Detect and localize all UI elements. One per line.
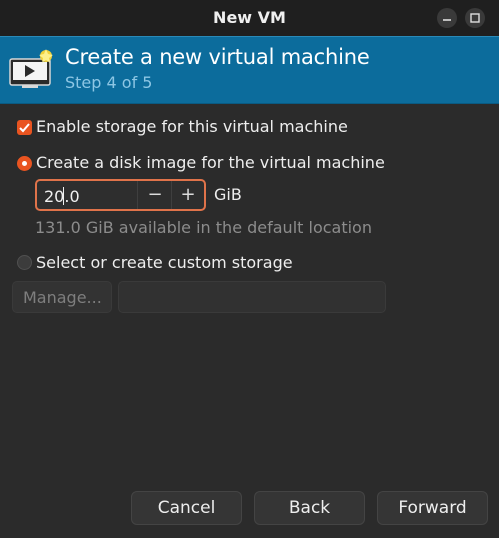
- disk-size-spinbutton[interactable]: 20.0 − +: [35, 179, 206, 211]
- disk-image-radio[interactable]: [17, 156, 32, 171]
- increment-button[interactable]: +: [172, 183, 204, 207]
- text-cursor: [63, 187, 64, 205]
- maximize-button[interactable]: [465, 8, 485, 28]
- cancel-button[interactable]: Cancel: [131, 491, 242, 525]
- minimize-button[interactable]: [437, 8, 457, 28]
- custom-storage-label[interactable]: Select or create custom storage: [36, 253, 293, 272]
- divider: [137, 181, 138, 209]
- step-banner: Create a new virtual machine Step 4 of 5: [0, 36, 499, 104]
- disk-image-label[interactable]: Create a disk image for the virtual mach…: [36, 153, 385, 172]
- size-unit-label: GiB: [214, 185, 242, 204]
- new-vm-monitor-icon: [9, 49, 53, 88]
- back-button[interactable]: Back: [254, 491, 365, 525]
- minimize-icon: [443, 19, 451, 21]
- step-indicator: Step 4 of 5: [65, 73, 153, 92]
- custom-storage-radio[interactable]: [17, 255, 32, 270]
- check-icon: [19, 123, 30, 133]
- banner-title: Create a new virtual machine: [65, 45, 370, 69]
- title-bar: New VM: [0, 0, 499, 36]
- custom-storage-path-input[interactable]: [118, 281, 386, 313]
- manage-button[interactable]: Manage...: [12, 281, 112, 313]
- available-space-text: 131.0 GiB available in the default locat…: [35, 218, 372, 237]
- maximize-icon: [470, 13, 480, 23]
- enable-storage-label[interactable]: Enable storage for this virtual machine: [36, 117, 348, 136]
- decrement-button[interactable]: −: [139, 183, 171, 207]
- window-title: New VM: [213, 8, 286, 27]
- disk-size-input[interactable]: 20.0: [44, 187, 80, 206]
- enable-storage-checkbox[interactable]: [17, 120, 32, 135]
- forward-button[interactable]: Forward: [377, 491, 488, 525]
